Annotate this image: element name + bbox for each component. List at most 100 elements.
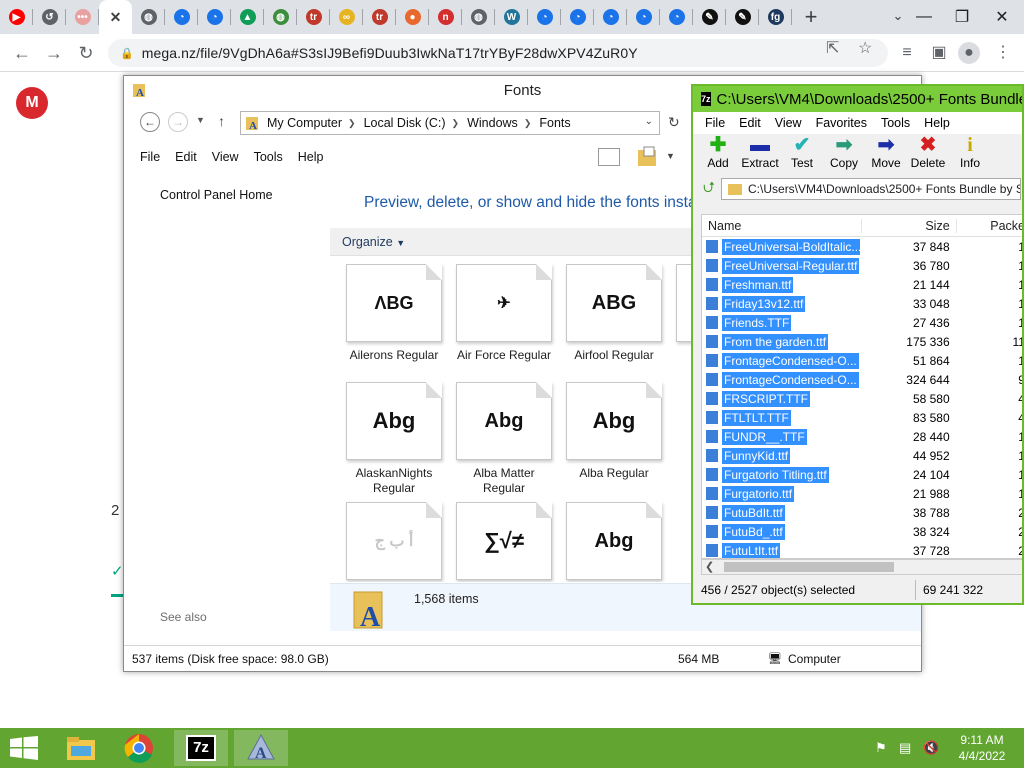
organize-button[interactable]: Organize ▼ — [342, 235, 405, 249]
browser-tab[interactable]: ◔ — [594, 0, 627, 34]
breadcrumb-windows[interactable]: Windows — [467, 116, 518, 130]
file-row[interactable]: Freshman.ttf 21 144 1 — [702, 275, 1022, 294]
new-tab-button[interactable]: + — [796, 0, 826, 34]
browser-tab[interactable]: fg — [759, 0, 792, 34]
volume-muted-icon[interactable]: 🔇 — [923, 740, 939, 756]
browser-tab[interactable]: ▲ — [231, 0, 264, 34]
file-row[interactable]: FunnyKid.ttf 44 952 1 — [702, 446, 1022, 465]
font-item[interactable]: ΛBG Ailerons Regular — [342, 264, 446, 363]
browser-tab[interactable]: ◔ — [627, 0, 660, 34]
browser-tab[interactable]: ◔ — [165, 0, 198, 34]
forward-icon[interactable]: → — [42, 42, 66, 64]
explorer-back-icon[interactable]: ← — [140, 112, 160, 132]
file-row[interactable]: FTLTLT.TTF 83 580 4 — [702, 408, 1022, 427]
file-row[interactable]: FrontageCondensed-O... 51 864 1 — [702, 351, 1022, 370]
sz-menu-file[interactable]: File — [705, 116, 725, 130]
taskbar-7zip[interactable]: 7z — [174, 730, 228, 766]
horizontal-scrollbar[interactable]: ❮ — [701, 559, 1022, 575]
browser-tab[interactable]: tr — [363, 0, 396, 34]
mega-logo[interactable]: M — [16, 87, 48, 119]
preview-pane-icon[interactable] — [598, 148, 620, 166]
change-view-icon[interactable] — [636, 146, 660, 168]
font-item[interactable]: Abg Alba Matter Regular — [452, 382, 556, 496]
recent-locations-icon[interactable]: ▼ — [196, 115, 205, 125]
view-dropdown-icon[interactable]: ▼ — [666, 151, 675, 161]
menu-file[interactable]: File — [140, 150, 160, 164]
browser-tab[interactable]: ▶ — [0, 0, 33, 34]
font-item[interactable]: Abg — [562, 502, 666, 582]
browser-tab[interactable]: ◍ — [264, 0, 297, 34]
address-dropdown-icon[interactable]: ⌄ — [645, 116, 653, 127]
file-row[interactable]: Friday13v12.ttf 33 048 1 — [702, 294, 1022, 313]
chrome-menu-icon[interactable]: ⋮ — [992, 42, 1014, 64]
info-button[interactable]: i Info — [949, 134, 991, 176]
address-bar[interactable]: 🔒 mega.nz/file/9VgDhA6a#S3sIJ9Befi9Duub3… — [108, 39, 888, 67]
share-icon[interactable]: ⇱ — [826, 38, 839, 58]
browser-tab[interactable]: ✎ — [726, 0, 759, 34]
browser-tab[interactable]: ↺ — [33, 0, 66, 34]
minimize-icon[interactable]: — — [904, 0, 944, 34]
file-row[interactable]: FutuLtIt.ttf 37 728 2 — [702, 541, 1022, 558]
explorer-address-bar[interactable]: A My Computer ❯ Local Disk (C:) ❯ Windows ❯… — [240, 111, 660, 135]
browser-tab[interactable]: ◔ — [198, 0, 231, 34]
menu-edit[interactable]: Edit — [175, 150, 197, 164]
file-row[interactable]: Friends.TTF 27 436 1 — [702, 313, 1022, 332]
copy-button[interactable]: ➡ Copy — [823, 134, 865, 176]
move-button[interactable]: ➡ Move — [865, 134, 907, 176]
up-folder-icon[interactable]: ↑ — [218, 113, 225, 129]
extract-button[interactable]: ▬ Extract — [739, 134, 781, 176]
browser-tab[interactable]: ◍ — [462, 0, 495, 34]
column-name[interactable]: Name — [702, 219, 861, 233]
browser-tab[interactable]: n — [429, 0, 462, 34]
media-control-icon[interactable]: ≡ — [896, 42, 918, 64]
browser-tab[interactable]: tr — [297, 0, 330, 34]
explorer-forward-icon[interactable]: → — [168, 112, 188, 132]
test-button[interactable]: ✔ Test — [781, 134, 823, 176]
menu-help[interactable]: Help — [298, 150, 324, 164]
file-row[interactable]: FrontageCondensed-O... 324 644 9 — [702, 370, 1022, 389]
font-item[interactable]: ∑√≠ — [452, 502, 556, 582]
file-row[interactable]: Furgatorio Titling.ttf 24 104 1 — [702, 465, 1022, 484]
profile-avatar-icon[interactable]: ● — [958, 42, 980, 64]
sevenzip-titlebar[interactable]: 7z C:\Users\VM4\Downloads\2500+ Fonts Bu… — [693, 86, 1022, 112]
close-icon[interactable]: ✕ — [108, 9, 124, 25]
font-item[interactable]: ABG Airfool Regular — [562, 264, 666, 363]
up-folder-icon[interactable]: ⮍ — [703, 177, 715, 202]
add-button[interactable]: ✚ Add — [697, 134, 739, 176]
browser-tab[interactable]: ◍ — [132, 0, 165, 34]
column-size[interactable]: Size — [860, 218, 956, 233]
browser-tab[interactable]: ✎ — [693, 0, 726, 34]
browser-tab[interactable]: ✕ — [99, 0, 132, 34]
browser-tab[interactable]: ∞ — [330, 0, 363, 34]
delete-button[interactable]: ✖ Delete — [907, 134, 949, 176]
sevenzip-path-field[interactable]: C:\Users\VM4\Downloads\2500+ Fonts Bundl… — [721, 178, 1022, 200]
file-row[interactable]: FRSCRIPT.TTF 58 580 4 — [702, 389, 1022, 408]
file-row[interactable]: FUNDR__.TTF 28 440 1 — [702, 427, 1022, 446]
taskbar-file-explorer[interactable] — [54, 730, 108, 766]
browser-tab[interactable]: ◔ — [660, 0, 693, 34]
windows-start-icon[interactable] — [9, 736, 39, 760]
taskbar-fonts[interactable]: A — [234, 730, 288, 766]
menu-view[interactable]: View — [212, 150, 239, 164]
control-panel-home-link[interactable]: Control Panel Home — [160, 188, 273, 202]
system-clock[interactable]: 9:11 AM 4/4/2022 — [950, 732, 1014, 764]
taskbar-chrome[interactable] — [112, 730, 166, 766]
file-row[interactable]: From the garden.ttf 175 336 11 — [702, 332, 1022, 351]
sz-menu-edit[interactable]: Edit — [739, 116, 761, 130]
close-window-icon[interactable]: ✕ — [982, 0, 1022, 34]
browser-tab[interactable]: ••• — [66, 0, 99, 34]
action-center-flag-icon[interactable]: ⚑ — [875, 740, 887, 756]
sz-menu-view[interactable]: View — [775, 116, 802, 130]
file-row[interactable]: FreeUniversal-Regular.ttf 36 780 1 — [702, 256, 1022, 275]
file-row[interactable]: FutuBdIt.ttf 38 788 2 — [702, 503, 1022, 522]
font-item[interactable]: ✈ Air Force Regular — [452, 264, 556, 363]
font-item[interactable]: أ ب ج — [342, 502, 446, 582]
browser-tab[interactable]: ● — [396, 0, 429, 34]
browser-tab[interactable]: W — [495, 0, 528, 34]
network-icon[interactable]: ▤ — [899, 740, 911, 756]
breadcrumb-fonts[interactable]: Fonts — [539, 116, 570, 130]
file-row[interactable]: Furgatorio.ttf 21 988 1 — [702, 484, 1022, 503]
breadcrumb-my-computer[interactable]: My Computer — [267, 116, 342, 130]
sz-menu-tools[interactable]: Tools — [881, 116, 910, 130]
file-row[interactable]: FreeUniversal-BoldItalic.... 37 848 1 — [702, 237, 1022, 256]
